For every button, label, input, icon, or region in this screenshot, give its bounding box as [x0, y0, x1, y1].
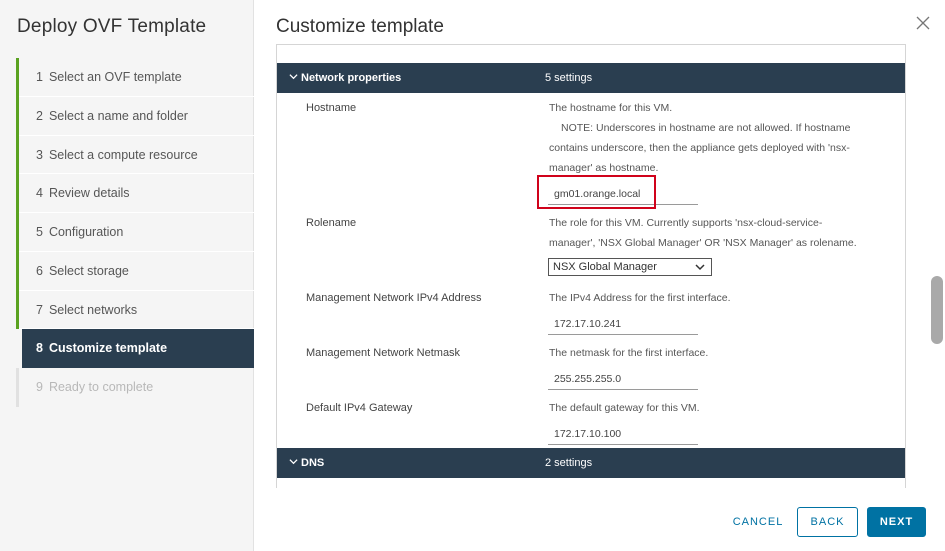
step-review-details[interactable]: 4 Review details: [16, 174, 254, 213]
chevron-down-icon: [695, 264, 705, 271]
step-ready-to-complete: 9 Ready to complete: [16, 368, 254, 407]
scrollbar-thumb[interactable]: [931, 276, 943, 344]
step-label: Select an OVF template: [48, 70, 182, 84]
cancel-button[interactable]: CANCEL: [728, 507, 788, 537]
mgmt-netmask-label: Management Network Netmask: [306, 347, 461, 359]
step-label: Ready to complete: [48, 380, 154, 394]
step-number: 9: [36, 380, 43, 394]
wizard-title: Deploy OVF Template: [17, 16, 207, 37]
hostname-highlight-box: [537, 175, 656, 209]
step-number: 8: [36, 341, 43, 356]
step-label: Select networks: [48, 302, 138, 317]
step-select-name-folder[interactable]: 2 Select a name and folder: [16, 96, 254, 136]
step-label: Customize template: [48, 341, 168, 356]
step-label: Select a name and folder: [48, 108, 188, 123]
step-label: Review details: [48, 186, 130, 201]
chevron-down-icon: [289, 74, 298, 80]
mgmt-ip-input[interactable]: [548, 313, 698, 335]
section-name: Network properties: [301, 72, 402, 84]
wizard-steps: 1 Select an OVF template 2 Select a name a…: [16, 58, 254, 407]
rolename-label: Rolename: [306, 217, 357, 229]
step-number: 2: [36, 108, 43, 123]
step-number: 4: [36, 186, 43, 201]
mgmt-ip-description: The IPv4 Address for the first interface…: [549, 292, 731, 304]
gateway-label: Default IPv4 Gateway: [306, 402, 413, 414]
section-count: 2 settings: [545, 457, 593, 469]
gateway-input[interactable]: [548, 423, 698, 445]
gateway-description: The default gateway for this VM.: [549, 402, 700, 414]
description-line: The hostname for this VM.: [549, 102, 673, 114]
section-name: DNS: [301, 457, 325, 469]
description-line: contains underscore, then the appliance …: [549, 142, 850, 154]
step-select-storage[interactable]: 6 Select storage: [16, 251, 254, 291]
rolename-select[interactable]: NSX Global Manager: [548, 258, 712, 276]
step-select-compute-resource[interactable]: 3 Select a compute resource: [16, 135, 254, 175]
back-button[interactable]: BACK: [797, 507, 858, 537]
description-line: The role for this VM. Currently supports…: [549, 217, 823, 229]
next-button[interactable]: NEXT: [867, 507, 926, 537]
rolename-selected-value: NSX Global Manager: [553, 261, 657, 273]
section-network-properties[interactable]: Network properties 5 settings: [277, 63, 905, 93]
step-number: 6: [36, 263, 43, 278]
rolename-description: The role for this VM. Currently supports…: [549, 213, 894, 253]
section-dns[interactable]: DNS 2 settings: [277, 448, 905, 478]
mgmt-netmask-input[interactable]: [548, 368, 698, 390]
step-select-networks[interactable]: 7 Select networks: [16, 290, 254, 330]
wizard-sidebar: Deploy OVF Template 1 Select an OVF templ…: [0, 0, 254, 551]
step-number: 3: [36, 147, 43, 162]
hostname-label: Hostname: [306, 102, 357, 114]
step-number: 7: [36, 302, 43, 317]
step-label: Select a compute resource: [48, 147, 198, 162]
step-configuration[interactable]: 5 Configuration: [16, 213, 254, 252]
step-number: 1: [36, 70, 43, 84]
step-label: Select storage: [48, 263, 129, 278]
description-line: NOTE: Underscores in hostname are not al…: [561, 122, 851, 134]
chevron-down-icon: [289, 459, 298, 465]
section-count: 5 settings: [545, 72, 593, 84]
description-line: manager', 'NSX Global Manager' OR 'NSX M…: [549, 237, 857, 249]
page-title: Customize template: [276, 16, 444, 37]
step-customize-template[interactable]: 8 Customize template: [22, 329, 254, 368]
step-label: Configuration: [48, 225, 124, 239]
customize-template-panel: Network properties 5 settings Hostname T…: [276, 44, 906, 488]
mgmt-ip-label: Management Network IPv4 Address: [306, 292, 482, 304]
step-select-ovf-template[interactable]: 1 Select an OVF template: [16, 58, 254, 97]
step-number: 5: [36, 225, 43, 239]
hostname-description: The hostname for this VM. NOTE: Undersco…: [549, 98, 894, 178]
mgmt-netmask-description: The netmask for the first interface.: [549, 347, 709, 359]
close-icon[interactable]: [916, 16, 934, 34]
